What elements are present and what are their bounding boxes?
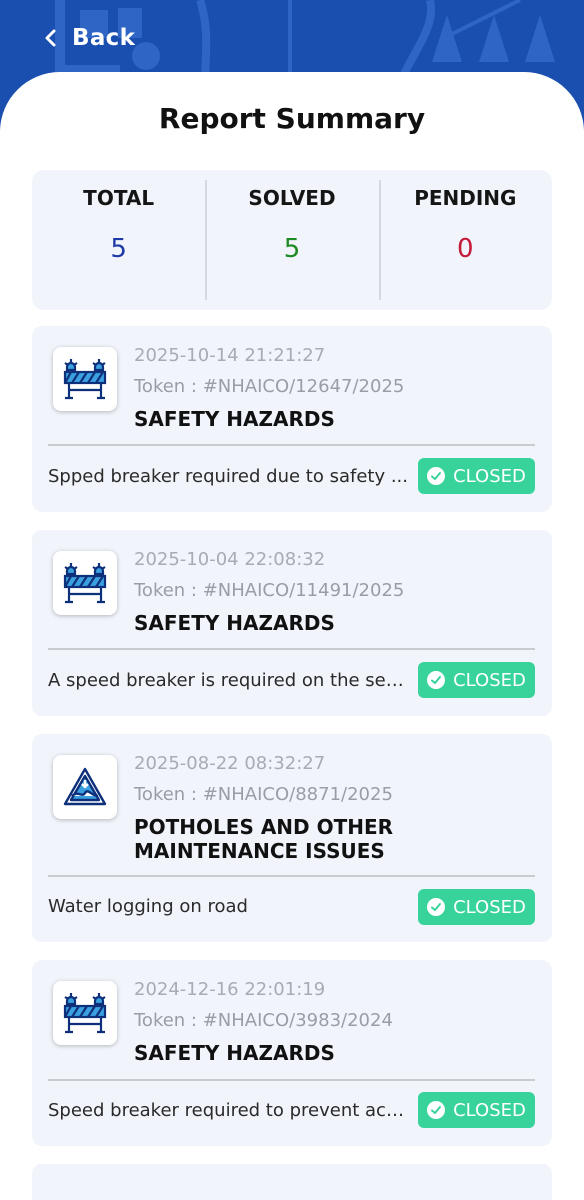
status-badge: CLOSED bbox=[418, 662, 535, 698]
check-circle-icon bbox=[427, 671, 446, 689]
report-date: 2025-08-22 08:32:27 bbox=[134, 753, 326, 774]
report-token: Token : #NHAICO/8871/2025 bbox=[134, 784, 393, 805]
status-badge: CLOSED bbox=[418, 1092, 535, 1128]
report-card[interactable]: 2025-10-04 22:08:32 Token : #NHAICO/1149… bbox=[32, 530, 552, 716]
report-date: 2024-12-16 22:01:19 bbox=[134, 979, 326, 1000]
check-circle-icon bbox=[427, 898, 446, 916]
report-description: A speed breaker is required on the ser..… bbox=[48, 670, 408, 691]
report-token: Token : #NHAICO/11491/2025 bbox=[134, 580, 405, 601]
card-divider bbox=[48, 1079, 535, 1081]
stat-total-value: 5 bbox=[110, 234, 127, 264]
back-label: Back bbox=[72, 25, 136, 51]
stat-pending-value: 0 bbox=[457, 234, 474, 264]
card-divider bbox=[48, 444, 535, 446]
report-description: Spped breaker required due to safety ... bbox=[48, 466, 408, 487]
report-card-partial[interactable] bbox=[32, 1164, 552, 1200]
report-category: SAFETY HAZARDS bbox=[134, 407, 335, 431]
report-date: 2025-10-04 22:08:32 bbox=[134, 549, 326, 570]
report-category: SAFETY HAZARDS bbox=[134, 611, 335, 635]
report-date: 2025-10-14 21:21:27 bbox=[134, 345, 326, 366]
barricade-icon bbox=[53, 347, 117, 411]
page-title: Report Summary bbox=[158, 102, 426, 135]
report-token: Token : #NHAICO/3983/2024 bbox=[134, 1010, 393, 1031]
report-card[interactable]: 2025-10-14 21:21:27 Token : #NHAICO/1264… bbox=[32, 326, 552, 512]
report-category: SAFETY HAZARDS bbox=[134, 1041, 335, 1065]
check-circle-icon bbox=[427, 467, 446, 485]
status-badge: CLOSED bbox=[418, 458, 535, 494]
pothole-icon bbox=[53, 755, 117, 819]
back-button[interactable]: Back bbox=[40, 20, 135, 56]
report-card[interactable]: 2025-08-22 08:32:27 Token : #NHAICO/8871… bbox=[32, 734, 552, 942]
status-label: CLOSED bbox=[453, 669, 526, 691]
stat-solved-label: SOLVED bbox=[248, 186, 336, 210]
card-divider bbox=[48, 875, 535, 877]
stat-pending: PENDING 0 bbox=[378, 170, 552, 310]
stat-total-label: TOTAL bbox=[83, 186, 155, 210]
chevron-left-icon bbox=[45, 29, 56, 47]
report-description: Water logging on road bbox=[48, 896, 248, 917]
report-summary-panel: TOTAL 5 SOLVED 5 PENDING 0 bbox=[32, 170, 552, 310]
stat-total: TOTAL 5 bbox=[32, 170, 205, 310]
stat-solved-value: 5 bbox=[283, 234, 301, 264]
status-label: CLOSED bbox=[453, 896, 526, 918]
report-category: POTHOLES AND OTHER MAINTENANCE ISSUES bbox=[134, 815, 394, 863]
status-badge: CLOSED bbox=[418, 889, 535, 925]
report-token: Token : #NHAICO/12647/2025 bbox=[134, 376, 405, 397]
card-divider bbox=[48, 648, 535, 650]
status-label: CLOSED bbox=[453, 1099, 526, 1121]
report-card[interactable]: 2024-12-16 22:01:19 Token : #NHAICO/3983… bbox=[32, 960, 552, 1146]
stat-pending-label: PENDING bbox=[414, 186, 517, 210]
report-description: Speed breaker required to prevent acc... bbox=[48, 1100, 408, 1121]
barricade-icon bbox=[53, 551, 117, 615]
status-label: CLOSED bbox=[453, 465, 526, 487]
stat-solved: SOLVED 5 bbox=[205, 170, 378, 310]
check-circle-icon bbox=[427, 1101, 446, 1119]
barricade-icon bbox=[53, 981, 117, 1045]
